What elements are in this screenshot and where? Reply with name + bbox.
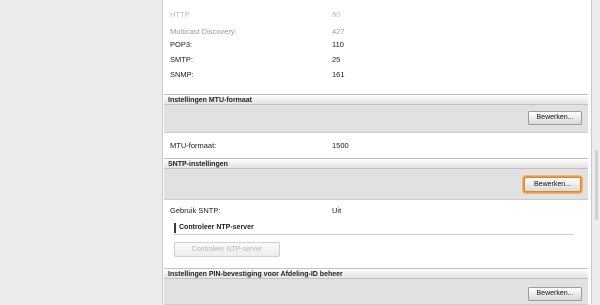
ntp-check-divider — [174, 234, 574, 235]
mtu-toolbar — [164, 105, 588, 133]
ntp-check-subheader: Controleer NTP-server — [174, 223, 574, 233]
port-value: 161 — [332, 70, 345, 79]
port-label: POP3: — [170, 40, 193, 49]
port-value: 110 — [332, 40, 344, 49]
scrollbar-thumb[interactable] — [595, 150, 598, 220]
pin-section-header: Instellingen PIN-bevestiging voor Afdeli… — [164, 268, 588, 279]
sntp-label: Gebruik SNTP: — [170, 206, 221, 215]
sntp-edit-button[interactable]: Bewerken... — [524, 177, 581, 192]
mtu-edit-button[interactable]: Bewerken... — [528, 111, 582, 125]
port-label: SNMP: — [170, 70, 194, 79]
sntp-value: Uit — [332, 206, 342, 215]
port-value: 80 — [332, 10, 341, 19]
mtu-label: MTU-formaat: — [170, 141, 217, 150]
mtu-value: 1500 — [332, 141, 349, 150]
port-value: 25 — [332, 55, 341, 64]
port-label: Multicast Discovery: — [170, 27, 237, 36]
pin-toolbar — [164, 279, 588, 305]
port-value: 427 — [332, 27, 345, 36]
port-label: SMTP: — [170, 55, 193, 64]
mtu-section-header: Instellingen MTU-formaat — [164, 94, 588, 105]
pin-edit-button[interactable]: Bewerken... — [528, 287, 582, 301]
port-label: HTTP — [170, 10, 190, 19]
check-ntp-server-button[interactable]: Controleer NTP-server — [174, 242, 280, 257]
sntp-section-header: SNTP-instellingen — [164, 158, 588, 169]
